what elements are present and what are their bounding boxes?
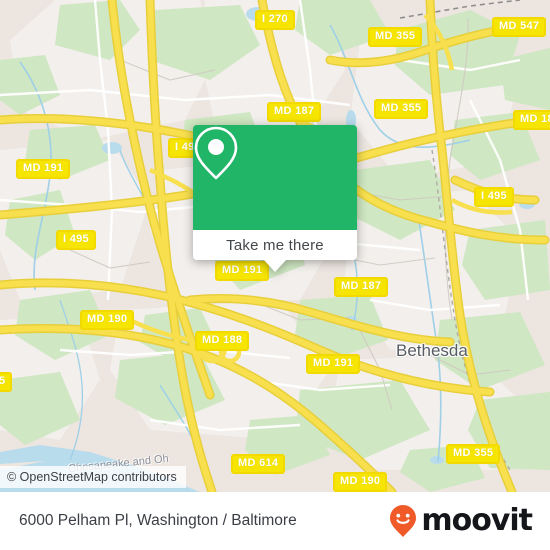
road-shield: MD 355	[368, 27, 423, 47]
popup-cta-area[interactable]: Take me there	[193, 230, 357, 272]
map-canvas[interactable]: I 270 MD 355 MD 547 MD 187 MD 355 MD 185 MD 19…	[0, 0, 550, 492]
popup-image-area	[193, 125, 357, 230]
road-shield: MD 190	[333, 472, 388, 492]
road-shield: I 495	[56, 230, 96, 250]
road-shield: MD 187	[334, 277, 389, 297]
road-shield: I 270	[255, 10, 295, 30]
footer-bar: 6000 Pelham Pl, Washington / Baltimore m…	[0, 492, 550, 550]
moovit-wordmark: moovit	[421, 503, 533, 538]
take-me-there-label: Take me there	[226, 236, 324, 254]
road-shield: MD 191	[215, 261, 270, 281]
place-label: Bethesda	[396, 341, 468, 360]
road-shield: MD 355	[374, 99, 429, 119]
moovit-logo[interactable]: moovit	[388, 503, 533, 538]
road-shield: MD 187	[267, 102, 322, 122]
address-label: 6000 Pelham Pl, Washington / Baltimore	[19, 512, 297, 529]
road-shield: MD 547	[492, 17, 547, 37]
osm-attribution[interactable]: © OpenStreetMap contributors	[0, 466, 186, 488]
road-shield: MD 191	[306, 354, 361, 374]
road-shield: 5	[0, 372, 13, 392]
road-shield: MD 190	[80, 310, 135, 330]
map-screenshot-page: I 270 MD 355 MD 547 MD 187 MD 355 MD 185 MD 19…	[0, 0, 550, 550]
popup-tail	[263, 259, 287, 272]
road-shield: MD 355	[446, 444, 501, 464]
road-shield: I 495	[474, 187, 514, 207]
road-shield: MD 191	[16, 159, 71, 179]
map-pin-icon	[194, 126, 238, 180]
road-shield: MD 185	[513, 110, 550, 130]
road-shield: MD 614	[231, 454, 286, 474]
moovit-pin-smiley-icon	[390, 505, 417, 537]
road-shield: MD 188	[195, 331, 250, 351]
destination-popup[interactable]: Take me there	[193, 125, 357, 272]
